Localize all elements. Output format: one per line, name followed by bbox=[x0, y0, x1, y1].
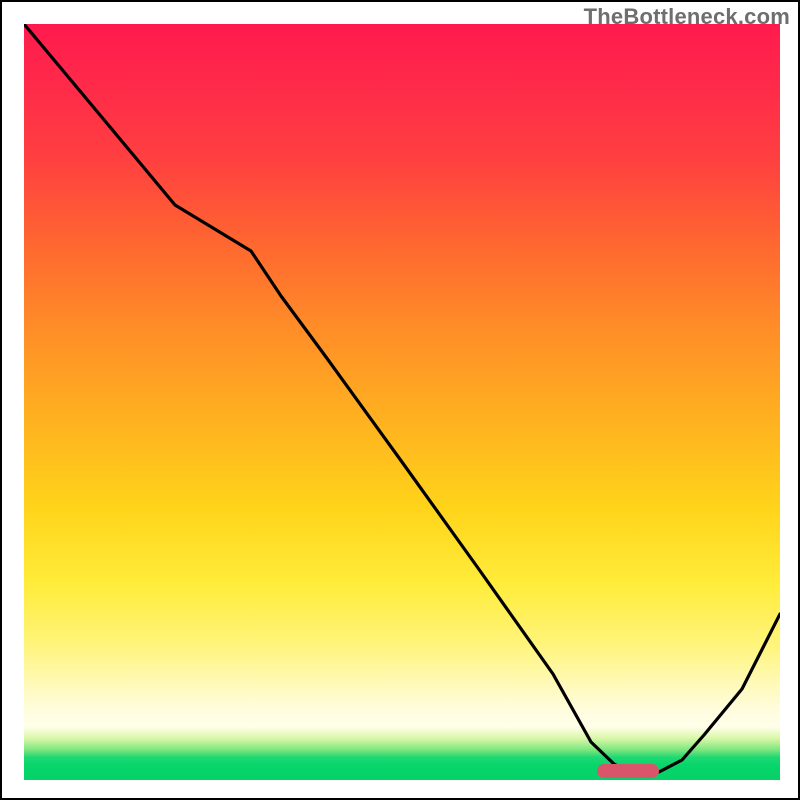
plot-area bbox=[24, 24, 780, 780]
optimal-range-marker bbox=[597, 764, 659, 778]
chart-frame: TheBottleneck.com bbox=[0, 0, 800, 800]
bottleneck-curve bbox=[24, 24, 780, 780]
watermark-text: TheBottleneck.com bbox=[584, 4, 790, 30]
curve-path bbox=[24, 24, 780, 772]
